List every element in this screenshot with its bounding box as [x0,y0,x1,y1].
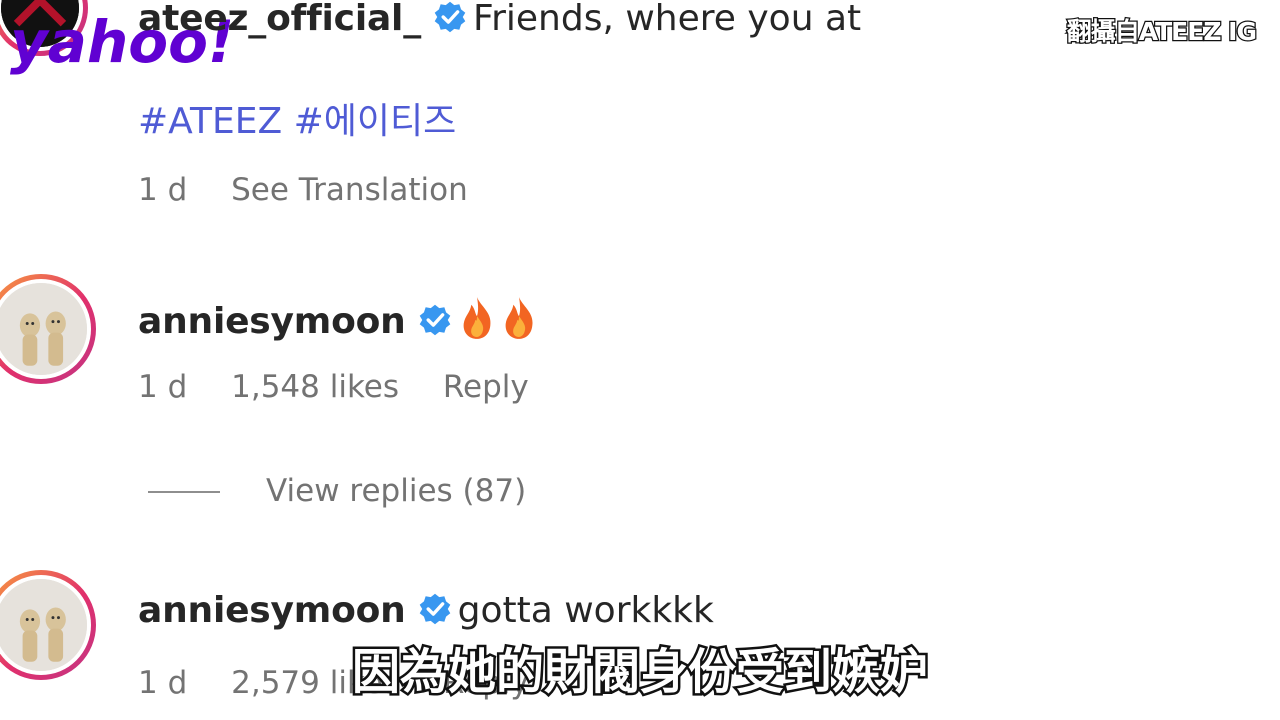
comment-header: anniesymoon [138,295,542,341]
comment-likes[interactable]: 1,548 likes [231,372,399,403]
see-translation-button[interactable]: See Translation [231,175,468,206]
post-caption: Friends, where you at [473,0,862,39]
comment-time: 1 d [138,369,188,405]
avatar-inner [0,279,91,379]
fire-emoji-icon [463,297,491,339]
view-replies-divider [148,491,220,493]
fire-emoji-icon [505,297,533,339]
view-replies-button[interactable]: View replies (87) [266,476,526,507]
instagram-comments-screen: yahoo! 翻攝自ATEEZ IG ateez_official_ Friend… [0,0,1280,720]
dogs-photo-icon [0,283,87,375]
post-header: ateez_official_ Friends, where you at [138,0,861,37]
comment-meta: 1 d 1,548 likes Reply [138,372,529,403]
comment-username[interactable]: anniesymoon [138,301,406,342]
comment-avatar[interactable] [0,274,96,384]
verified-badge-icon [434,1,466,33]
verified-badge-icon [419,304,450,336]
post-meta: 1 d See Translation [138,175,468,206]
post-username[interactable]: ateez_official_ [138,0,421,39]
comment-username[interactable]: anniesymoon [138,590,406,631]
post-hashtags[interactable]: #ATEEZ #에이티즈 [138,104,456,140]
reply-button[interactable]: Reply [443,372,529,403]
video-subtitle: 因為她的財閥身份受到嫉妒 [349,642,930,703]
comment-text: gotta workkkk [457,590,714,631]
verified-badge-icon [419,593,450,625]
post-time: 1 d [138,172,188,208]
avatar-photo [0,283,87,375]
source-credit: 翻攝自ATEEZ IG [1065,16,1258,48]
comment-header: anniesymoon gotta workkkk [138,592,714,629]
